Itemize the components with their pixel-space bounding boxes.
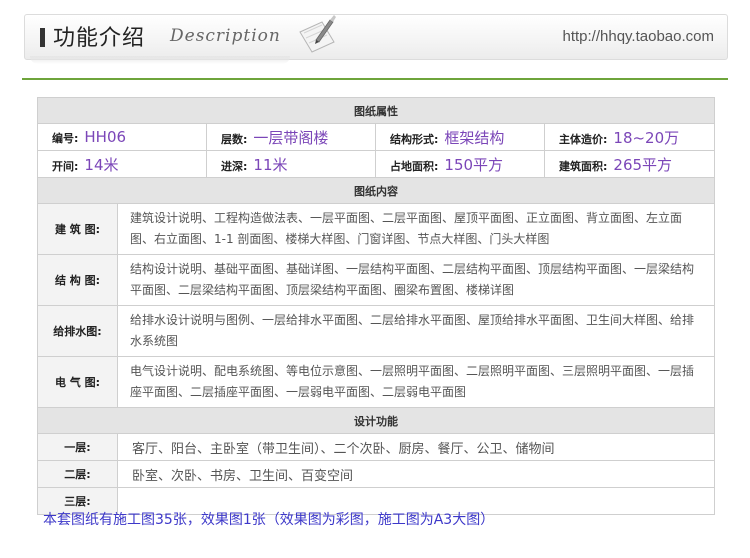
attribute-cell: 结构形式: 框架结构: [375, 123, 545, 151]
attribute-value: 框架结构: [444, 128, 505, 147]
floor-label: 二层:: [37, 460, 118, 488]
title-bar-marker: [40, 28, 45, 47]
attribute-row: 编号: HH06 层数: 一层带阁楼 结构形式: 框架结构 主体造价: 18~20万: [37, 123, 715, 151]
section-header-design: 设计功能: [37, 407, 715, 434]
drawing-list: 建筑设计说明、工程构造做法表、一层平面图、二层平面图、屋顶平面图、正立面图、背立…: [117, 203, 715, 255]
attribute-label: 建筑面积:: [559, 159, 608, 173]
floor-rooms: 客厅、阳台、主卧室（带卫生间）、二个次卧、厨房、餐厅、公卫、储物间: [117, 433, 715, 461]
footer-note: 本套图纸有施工图35张，效果图1张（效果图为彩图，施工图为A3大图）: [43, 512, 495, 528]
floor-row: 一层: 客厅、阳台、主卧室（带卫生间）、二个次卧、厨房、餐厅、公卫、储物间: [37, 433, 715, 461]
attribute-label: 主体造价:: [559, 132, 608, 146]
section-header-attributes: 图纸属性: [37, 97, 715, 124]
attribute-row: 开间: 14米 进深: 11米 占地面积: 150平方 建筑面积: 265平方: [37, 150, 715, 178]
floor-row: 二层: 卧室、次卧、书房、卫生间、百变空间: [37, 460, 715, 488]
attribute-cell: 层数: 一层带阁楼: [206, 123, 376, 151]
drawing-list: 给排水设计说明与图例、一层给排水平面图、二层给排水平面图、屋顶给排水平面图、卫生…: [117, 305, 715, 357]
drawing-label: 给排水图:: [37, 305, 118, 357]
attribute-value: 11米: [253, 155, 288, 174]
store-url[interactable]: http://hhqy.taobao.com: [563, 28, 715, 45]
section-header-contents: 图纸内容: [37, 177, 715, 204]
header-divider: [22, 78, 728, 80]
drawing-label: 结 构 图:: [37, 254, 118, 306]
attribute-cell: 开间: 14米: [37, 150, 207, 178]
attribute-label: 占地面积:: [390, 159, 439, 173]
drawing-list: 电气设计说明、配电系统图、等电位示意图、一层照明平面图、二层照明平面图、三层照明…: [117, 356, 715, 408]
attribute-label: 进深:: [221, 159, 248, 173]
attribute-label: 编号:: [52, 132, 79, 145]
floor-rooms: 卧室、次卧、书房、卫生间、百变空间: [117, 460, 715, 488]
page-title: 功能介绍: [53, 26, 146, 51]
attribute-cell: 编号: HH06: [37, 123, 207, 151]
drawing-row-structure: 结 构 图: 结构设计说明、基础平面图、基础详图、一层结构平面图、二层结构平面图…: [37, 254, 715, 306]
title-tab-shadow: [30, 56, 290, 64]
attribute-cell: 主体造价: 18~20万: [544, 123, 715, 151]
attribute-value: 一层带阁楼: [253, 128, 329, 147]
attribute-label: 结构形式:: [390, 132, 439, 146]
section-title: 图纸内容: [37, 177, 715, 204]
drawing-row-architecture: 建 筑 图: 建筑设计说明、工程构造做法表、一层平面图、二层平面图、屋顶平面图、…: [37, 203, 715, 255]
drawing-label: 电 气 图:: [37, 356, 118, 408]
attribute-value: HH06: [84, 128, 127, 146]
attribute-cell: 进深: 11米: [206, 150, 376, 178]
floor-label: 一层:: [37, 433, 118, 461]
section-title: 设计功能: [37, 407, 715, 434]
spec-table: 图纸属性 编号: HH06 层数: 一层带阁楼 结构形式: 框架结构 主体造价: 18~…: [37, 97, 715, 515]
attribute-label: 开间:: [52, 159, 79, 173]
drawing-row-plumbing: 给排水图: 给排水设计说明与图例、一层给排水平面图、二层给排水平面图、屋顶给排水…: [37, 305, 715, 357]
drawing-list: 结构设计说明、基础平面图、基础详图、一层结构平面图、二层结构平面图、顶层结构平面…: [117, 254, 715, 306]
attribute-value: 14米: [84, 155, 119, 174]
drawing-row-electrical: 电 气 图: 电气设计说明、配电系统图、等电位示意图、一层照明平面图、二层照明平…: [37, 356, 715, 408]
pen-paper-icon: [299, 15, 336, 53]
drawing-label: 建 筑 图:: [37, 203, 118, 255]
page-subtitle-en: Description: [170, 26, 281, 46]
attribute-value: 150平方: [444, 155, 504, 174]
attribute-value: 18~20万: [613, 128, 680, 147]
attribute-label: 层数:: [221, 132, 248, 146]
section-title: 图纸属性: [37, 97, 715, 124]
attribute-cell: 占地面积: 150平方: [375, 150, 545, 178]
attribute-cell: 建筑面积: 265平方: [544, 150, 715, 178]
attribute-value: 265平方: [613, 155, 673, 174]
page-header: 功能介绍 Description http://hhqy.taobao.com: [0, 0, 750, 82]
